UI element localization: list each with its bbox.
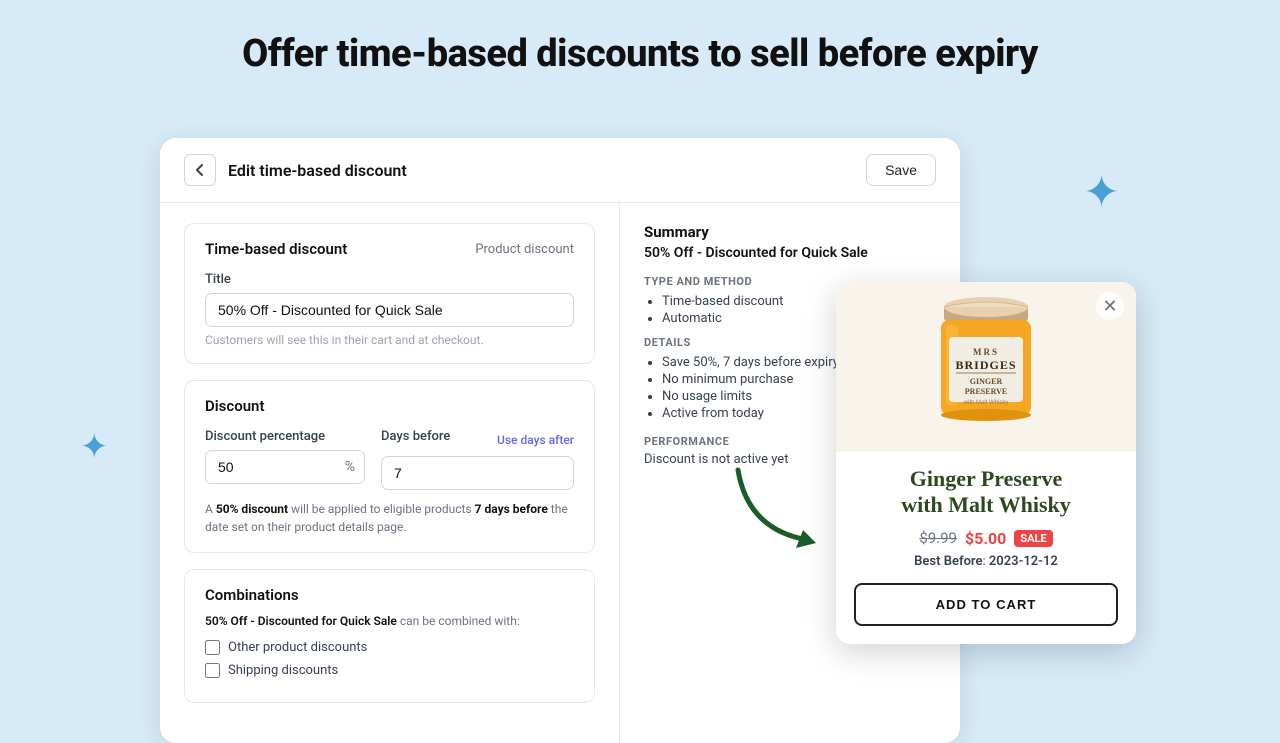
product-jar-image: MRS BRIDGES GINGER PRESERVE with Malt Wh… (921, 287, 1051, 447)
best-before-date: 2023-12-12 (989, 554, 1058, 569)
other-discounts-checkbox[interactable] (205, 640, 220, 655)
section2-title: Discount (205, 397, 574, 415)
discount-info-text: A 50% discount will be applied to eligib… (205, 500, 574, 536)
pct-label: Discount percentage (205, 429, 365, 444)
days-label-row: Days before Use days after (381, 429, 574, 450)
section1-badge: Product discount (475, 242, 574, 257)
shipping-discounts-checkbox[interactable] (205, 663, 220, 678)
best-before: Best Before: 2023-12-12 (854, 554, 1118, 569)
other-discounts-label: Other product discounts (228, 640, 367, 655)
popup-close-button[interactable]: ✕ (1096, 292, 1124, 320)
days-label: Days before (381, 429, 450, 444)
combinations-section: Combinations 50% Off - Discounted for Qu… (184, 569, 595, 703)
section3-title: Combinations (205, 586, 574, 604)
original-price: $9.99 (919, 529, 957, 547)
days-field-group: Days before Use days after (381, 429, 574, 490)
product-popup: ✕ MRS BRIDGES GINGER PRESERVE (836, 282, 1136, 644)
card-title: Edit time-based discount (228, 161, 854, 180)
pct-suffix: % (345, 459, 355, 475)
back-button[interactable] (184, 154, 216, 186)
page-headline: Offer time-based discounts to sell befor… (0, 0, 1280, 100)
best-before-label: Best Before (914, 554, 982, 569)
svg-text:BRIDGES: BRIDGES (955, 358, 1016, 372)
popup-image-area: MRS BRIDGES GINGER PRESERVE with Malt Wh… (836, 282, 1136, 452)
add-to-cart-button[interactable]: ADD TO CART (854, 583, 1118, 626)
left-column: Time-based discount Product discount Tit… (160, 203, 620, 743)
svg-text:PRESERVE: PRESERVE (965, 387, 1007, 396)
svg-text:with Malt Whisky: with Malt Whisky (963, 400, 1009, 406)
sale-badge: SALE (1014, 530, 1052, 547)
pct-field-group: Discount percentage % (205, 429, 365, 484)
time-based-discount-section: Time-based discount Product discount Tit… (184, 223, 595, 364)
title-helper-text: Customers will see this in their cart an… (205, 333, 574, 347)
price-row: $9.99 $5.00 SALE (854, 529, 1118, 548)
popup-content: Ginger Preservewith Malt Whisky $9.99 $5… (836, 452, 1136, 644)
summary-subtitle: 50% Off - Discounted for Quick Sale (644, 245, 936, 261)
product-name: Ginger Preservewith Malt Whisky (854, 466, 1118, 519)
use-days-after-link[interactable]: Use days after (497, 433, 574, 447)
pct-input[interactable] (205, 450, 365, 484)
shipping-discounts-label: Shipping discounts (228, 663, 338, 678)
summary-title: Summary (644, 223, 936, 241)
section1-title: Time-based discount (205, 240, 347, 258)
pct-input-wrap: % (205, 450, 365, 484)
save-button[interactable]: Save (866, 154, 936, 186)
star-decoration-right: ✦ (1083, 170, 1120, 214)
discount-inputs-row: Discount percentage % Days before Use da… (205, 429, 574, 490)
combo-description: 50% Off - Discounted for Quick Sale can … (205, 614, 574, 628)
card-header: Edit time-based discount Save (160, 138, 960, 203)
section1-header: Time-based discount Product discount (205, 240, 574, 258)
svg-text:MRS: MRS (973, 347, 999, 357)
svg-text:GINGER: GINGER (970, 377, 1003, 386)
checkbox-shipping-discounts: Shipping discounts (205, 663, 574, 678)
title-input[interactable] (205, 293, 574, 327)
star-decoration-left: ✦ (80, 430, 109, 464)
discount-section: Discount Discount percentage % Days befo… (184, 380, 595, 553)
days-input[interactable] (381, 456, 574, 490)
sale-price: $5.00 (965, 529, 1006, 548)
checkbox-other-discounts: Other product discounts (205, 640, 574, 655)
title-field-label: Title (205, 272, 574, 287)
